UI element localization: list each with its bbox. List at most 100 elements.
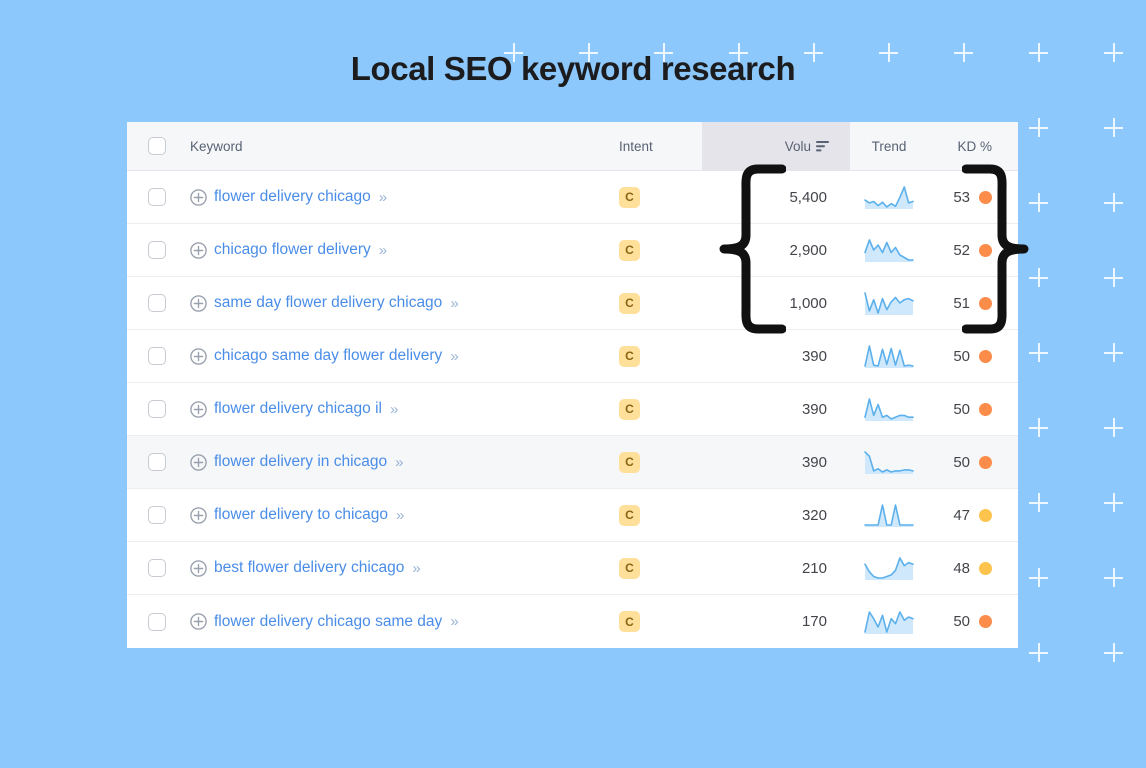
add-circle-icon[interactable] [190, 506, 207, 524]
chevron-double-right-icon[interactable]: » [450, 348, 458, 365]
checkbox-icon[interactable] [148, 188, 166, 206]
chevron-double-right-icon[interactable]: » [396, 507, 404, 524]
row-select-cell[interactable] [127, 506, 187, 524]
sort-descending-icon[interactable] [816, 140, 829, 152]
table-row[interactable]: best flower delivery chicago » C 210 48 [127, 542, 1018, 595]
row-select-cell[interactable] [127, 612, 187, 631]
intent-badge[interactable]: C [619, 345, 640, 367]
keyword-cell[interactable]: chicago same day flower delivery » [187, 347, 619, 365]
column-header-trend[interactable]: Trend [850, 139, 928, 154]
keyword-link[interactable]: chicago flower delivery [214, 241, 371, 259]
column-header-volume[interactable]: Volu [702, 122, 850, 170]
add-circle-icon[interactable] [190, 241, 207, 259]
row-select-cell[interactable] [127, 294, 187, 312]
chevron-double-right-icon[interactable]: » [379, 242, 387, 259]
chevron-double-right-icon[interactable]: » [379, 189, 387, 206]
intent-badge[interactable]: C [619, 557, 640, 579]
add-circle-icon[interactable] [190, 453, 207, 471]
keyword-cell[interactable]: flower delivery chicago same day » [187, 613, 619, 631]
keyword-cell[interactable]: flower delivery in chicago » [187, 453, 619, 471]
chevron-double-right-icon[interactable]: » [450, 613, 458, 630]
keyword-link[interactable]: flower delivery to chicago [214, 506, 388, 524]
column-header-intent[interactable]: Intent [619, 139, 702, 154]
keyword-cell[interactable]: flower delivery to chicago » [187, 506, 619, 524]
checkbox-icon[interactable] [148, 400, 166, 418]
row-select-cell[interactable] [127, 400, 187, 418]
intent-cell[interactable]: C [619, 557, 702, 579]
column-header-keyword[interactable]: Keyword [187, 139, 619, 154]
checkbox-icon[interactable] [148, 559, 166, 577]
intent-badge[interactable]: C [619, 398, 640, 420]
keyword-link[interactable]: flower delivery chicago [214, 188, 371, 206]
keyword-cell[interactable]: same day flower delivery chicago » [187, 294, 619, 312]
keyword-link[interactable]: flower delivery chicago same day [214, 613, 442, 631]
chevron-double-right-icon[interactable]: » [412, 560, 420, 577]
add-circle-icon[interactable] [190, 559, 207, 577]
add-circle-icon[interactable] [190, 400, 207, 418]
chevron-double-right-icon[interactable]: » [395, 454, 403, 471]
table-row[interactable]: flower delivery chicago » C 5,400 53 [127, 171, 1018, 224]
table-row[interactable]: same day flower delivery chicago » C 1,000 5… [127, 277, 1018, 330]
kd-cell: 52 [928, 242, 1018, 259]
add-circle-icon[interactable] [190, 613, 207, 630]
intent-cell[interactable]: C [619, 398, 702, 420]
checkbox-icon[interactable] [148, 506, 166, 524]
keyword-link[interactable]: chicago same day flower delivery [214, 347, 442, 365]
plus-icon [1029, 418, 1048, 437]
kd-value: 51 [953, 294, 970, 312]
keyword-link[interactable]: flower delivery chicago il [214, 400, 382, 418]
intent-badge[interactable]: C [619, 504, 640, 526]
kd-status-dot [979, 349, 992, 363]
keyword-cell[interactable]: best flower delivery chicago » [187, 559, 619, 577]
checkbox-icon[interactable] [148, 612, 166, 631]
keyword-link[interactable]: best flower delivery chicago [214, 559, 404, 577]
intent-badge[interactable]: C [619, 292, 640, 314]
keyword-link[interactable]: same day flower delivery chicago [214, 294, 442, 312]
keyword-cell[interactable]: flower delivery chicago » [187, 188, 619, 206]
trend-sparkline [864, 557, 914, 580]
checkbox-icon[interactable] [148, 294, 166, 312]
intent-cell[interactable]: C [619, 451, 702, 473]
add-circle-icon[interactable] [190, 188, 207, 206]
table-row[interactable]: flower delivery chicago same day » C 170 50 [127, 595, 1018, 648]
intent-cell[interactable]: C [619, 345, 702, 367]
checkbox-icon[interactable] [148, 241, 166, 259]
keyword-cell[interactable]: flower delivery chicago il » [187, 400, 619, 418]
row-select-cell[interactable] [127, 241, 187, 259]
checkbox-icon[interactable] [148, 453, 166, 471]
checkbox-icon[interactable] [148, 347, 166, 365]
intent-cell[interactable]: C [619, 292, 702, 314]
select-all-cell[interactable] [127, 137, 187, 155]
kd-value: 50 [953, 347, 970, 365]
checkbox-icon[interactable] [148, 137, 166, 155]
column-header-kd[interactable]: KD % [928, 139, 1018, 154]
row-select-cell[interactable] [127, 347, 187, 365]
keyword-cell[interactable]: chicago flower delivery » [187, 241, 619, 259]
add-circle-icon[interactable] [190, 294, 207, 312]
intent-cell[interactable]: C [619, 186, 702, 208]
table-row[interactable]: flower delivery in chicago » C 390 50 [127, 436, 1018, 489]
intent-badge[interactable]: C [619, 186, 640, 208]
intent-cell[interactable]: C [619, 504, 702, 526]
plus-icon [1104, 343, 1123, 362]
table-row[interactable]: flower delivery chicago il » C 390 50 [127, 383, 1018, 436]
plus-icon [1029, 643, 1048, 662]
intent-badge[interactable]: C [619, 451, 640, 473]
chevron-double-right-icon[interactable]: » [390, 401, 398, 418]
intent-badge[interactable]: C [619, 611, 640, 632]
intent-badge[interactable]: C [619, 239, 640, 261]
add-circle-icon[interactable] [190, 347, 207, 365]
table-row[interactable]: chicago same day flower delivery » C 390 50 [127, 330, 1018, 383]
trend-sparkline [864, 345, 914, 368]
row-select-cell[interactable] [127, 188, 187, 206]
intent-cell[interactable]: C [619, 611, 702, 632]
chevron-double-right-icon[interactable]: » [450, 295, 458, 312]
intent-cell[interactable]: C [619, 239, 702, 261]
row-select-cell[interactable] [127, 453, 187, 471]
kd-status-dot [979, 615, 992, 628]
row-select-cell[interactable] [127, 559, 187, 577]
table-row[interactable]: flower delivery to chicago » C 320 47 [127, 489, 1018, 542]
keyword-link[interactable]: flower delivery in chicago [214, 453, 387, 471]
table-row[interactable]: chicago flower delivery » C 2,900 52 [127, 224, 1018, 277]
kd-status-dot [979, 402, 992, 416]
